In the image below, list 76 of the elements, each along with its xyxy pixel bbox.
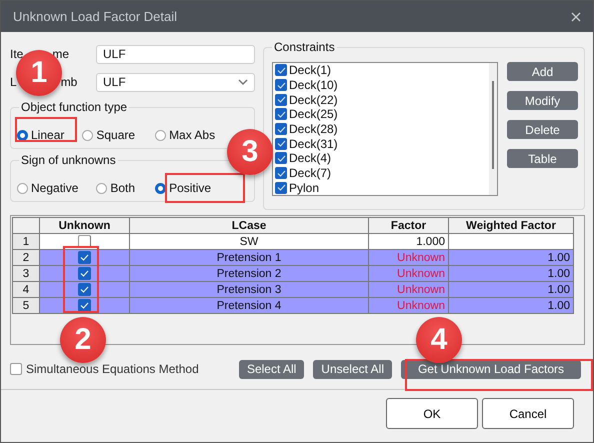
table-cell: Unknown [369,282,449,298]
column-header[interactable]: Factor [369,217,449,234]
checkbox[interactable] [275,79,287,91]
constraint-button[interactable]: Delete [507,120,578,139]
radio-option[interactable]: Positive [155,181,212,195]
checkbox[interactable] [275,123,287,136]
checkbox[interactable] [275,64,287,76]
radio-option[interactable]: Linear [17,128,64,142]
checkbox[interactable] [275,94,287,106]
constraint-item[interactable]: Deck(1) [289,63,332,78]
constraint-item[interactable]: Deck(28) [289,122,338,136]
radio-option[interactable]: Square [82,128,136,142]
checkbox[interactable] [78,283,91,296]
field-label: Ite [10,47,24,61]
checkbox[interactable] [275,152,287,164]
constraint-button[interactable]: Modify [507,91,578,110]
checkbox[interactable] [78,267,91,280]
step-badge: 3 [227,129,273,175]
table-cell: 1.00 [449,250,574,266]
row-header[interactable]: 4 [12,282,40,298]
group-title: Constraints [272,40,337,54]
action-button[interactable]: Select All [238,360,304,378]
step-badge: 2 [60,317,106,363]
checkbox[interactable] [275,182,287,194]
dialog-button[interactable]: Cancel [482,398,574,429]
table-cell: 1.00 [449,298,574,314]
constraint-item[interactable]: Deck(4) [289,151,332,166]
table-cell: Pretension 1 [130,250,369,266]
checkbox[interactable] [275,108,287,120]
action-button[interactable]: Unselect All [313,360,392,378]
constraint-item[interactable]: Deck(22) [289,92,338,107]
text-field[interactable]: ULF [96,44,255,64]
table-cell: Pretension 2 [130,266,369,282]
scrollbar[interactable] [489,63,497,195]
row-header[interactable]: 3 [12,266,40,282]
table-cell: Unknown [369,266,449,282]
window-title: Unknown Load Factor Detail [13,9,178,24]
constraint-item[interactable]: Deck(25) [289,107,338,122]
row-header[interactable]: 1 [12,234,40,250]
table-cell: Pretension 4 [130,298,369,314]
dropdown[interactable]: ULF [96,72,255,92]
column-header[interactable]: Unknown [40,217,130,234]
table-cell: 1.000 [369,234,449,250]
row-header[interactable]: 2 [12,250,40,266]
constraint-item[interactable]: Pylon [289,180,320,195]
field-label: L [10,75,17,89]
group-title: Object function type [19,100,130,114]
checkbox-option[interactable]: Simultaneous Equations Method [10,362,199,376]
constraint-button[interactable]: Table [507,149,578,168]
group-title: Sign of unknowns [19,153,118,167]
close-icon[interactable] [571,12,581,22]
table-cell: Unknown [369,250,449,266]
radio-option[interactable]: Max Abs [155,128,216,142]
row-header[interactable]: 5 [12,298,40,314]
table-cell: 1.00 [449,266,574,282]
checkbox[interactable] [78,299,91,312]
field-label: mb [60,75,78,89]
constraint-item[interactable]: Deck(31) [289,136,338,151]
chevron-down-icon [238,79,248,85]
constraint-item[interactable]: Deck(10) [289,78,338,92]
column-header[interactable]: Weighted Factor [449,217,574,234]
column-header[interactable]: LCase [130,217,369,234]
constraint-button[interactable]: Add [507,62,578,81]
checkbox[interactable] [78,251,91,264]
table-cell: 1.00 [449,282,574,298]
table-cell: Unknown [369,298,449,314]
dialog-button[interactable]: OK [386,398,478,429]
highlight-frame [63,246,99,313]
checkbox[interactable] [275,138,287,150]
radio-option[interactable]: Both [96,181,136,195]
table-cell: Pretension 3 [130,282,369,298]
checkbox[interactable] [275,167,287,180]
highlight-frame [15,117,77,142]
radio-option[interactable]: Negative [17,181,78,195]
table-cell: SW [130,234,369,250]
constraint-item[interactable]: Deck(7) [289,166,332,180]
